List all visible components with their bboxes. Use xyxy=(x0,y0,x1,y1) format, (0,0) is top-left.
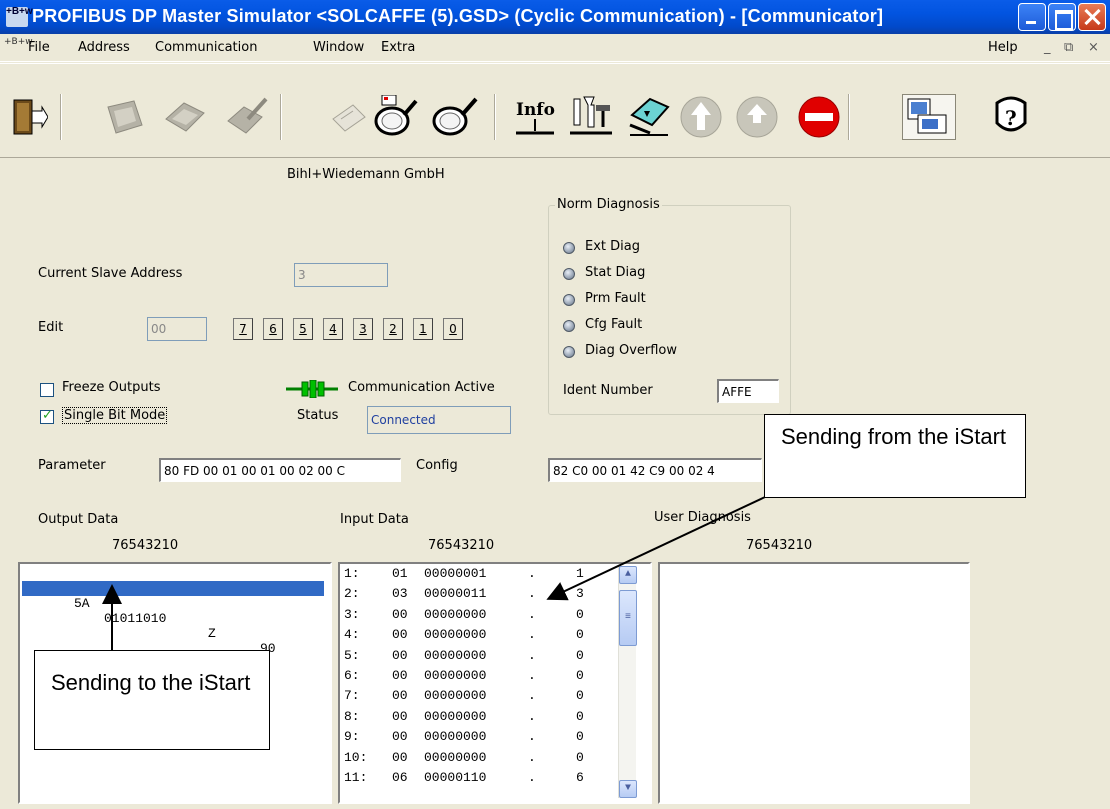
save-icon xyxy=(165,102,205,132)
toolbar-separator xyxy=(280,94,282,140)
up-small-icon xyxy=(736,96,778,138)
write-button[interactable] xyxy=(222,94,272,140)
save-button[interactable] xyxy=(160,94,210,140)
title-bar: +B+w PROFIBUS DP Master Simulator <SOLCA… xyxy=(0,0,1110,34)
menu-file[interactable]: File xyxy=(28,40,50,55)
arrow-to-input-data xyxy=(546,489,781,601)
monitor-icon xyxy=(907,98,947,134)
document-icon[interactable]: +B+w xyxy=(4,38,33,56)
toolbar-separator xyxy=(848,94,850,140)
menu-bar: +B+w File Address Communication Window E… xyxy=(0,34,1110,62)
scan-button[interactable] xyxy=(430,94,480,140)
mdi-close-button[interactable]: × xyxy=(1088,40,1099,55)
info-button[interactable]: Info xyxy=(510,94,560,140)
read-gsd-button[interactable] xyxy=(100,94,150,140)
menu-window[interactable]: Window xyxy=(313,40,364,55)
up-small-button[interactable] xyxy=(732,94,782,140)
communicator-panel: Bihl+Wiedemann GmbH Current Slave Addres… xyxy=(0,160,1110,809)
open-doc-icon xyxy=(332,104,366,132)
mdi-minimize-button[interactable]: _ xyxy=(1044,40,1051,55)
up-button[interactable] xyxy=(676,94,726,140)
info-icon-label: Info xyxy=(516,100,555,120)
svg-text:?: ? xyxy=(1005,106,1017,130)
sending-to-callout: Sending to the iStart xyxy=(34,650,270,750)
app-icon: +B+w xyxy=(6,7,33,27)
up-icon xyxy=(680,96,722,138)
tools-icon xyxy=(570,96,612,135)
search-bus-icon xyxy=(374,95,418,136)
minimize-button[interactable] xyxy=(1018,3,1046,31)
search-bus-button[interactable] xyxy=(370,94,420,140)
maximize-button[interactable] xyxy=(1048,3,1076,31)
write-icon xyxy=(227,97,268,134)
tools-button[interactable] xyxy=(566,94,616,140)
menu-communication[interactable]: Communication xyxy=(155,40,257,55)
open-doc-button[interactable] xyxy=(324,94,374,140)
help-icon: ? xyxy=(995,96,1027,132)
info-icon: Info xyxy=(516,100,555,135)
read-gsd-icon xyxy=(107,100,143,134)
window-title: PROFIBUS DP Master Simulator <SOLCAFFE (… xyxy=(32,6,884,26)
mdi-restore-button[interactable]: ⧉ xyxy=(1064,40,1073,55)
exit-icon xyxy=(13,99,48,135)
menu-extra[interactable]: Extra xyxy=(381,40,415,55)
stop-button[interactable] xyxy=(794,94,844,140)
close-button[interactable] xyxy=(1078,3,1106,31)
toolbar-separator xyxy=(60,94,62,140)
scan-icon xyxy=(432,97,478,136)
help-button[interactable]: ? xyxy=(986,94,1036,140)
stop-icon xyxy=(798,96,840,138)
sending-from-callout: Sending from the iStart xyxy=(764,414,1026,498)
toolbar-separator xyxy=(494,94,496,140)
exit-button[interactable] xyxy=(4,94,54,140)
diagnostics-button[interactable] xyxy=(624,94,674,140)
diagnostics-icon xyxy=(629,97,670,136)
monitor-button[interactable] xyxy=(902,94,956,140)
menu-address[interactable]: Address xyxy=(78,40,130,55)
menu-help[interactable]: Help xyxy=(988,40,1018,55)
toolbar: Info ? xyxy=(0,63,1110,158)
